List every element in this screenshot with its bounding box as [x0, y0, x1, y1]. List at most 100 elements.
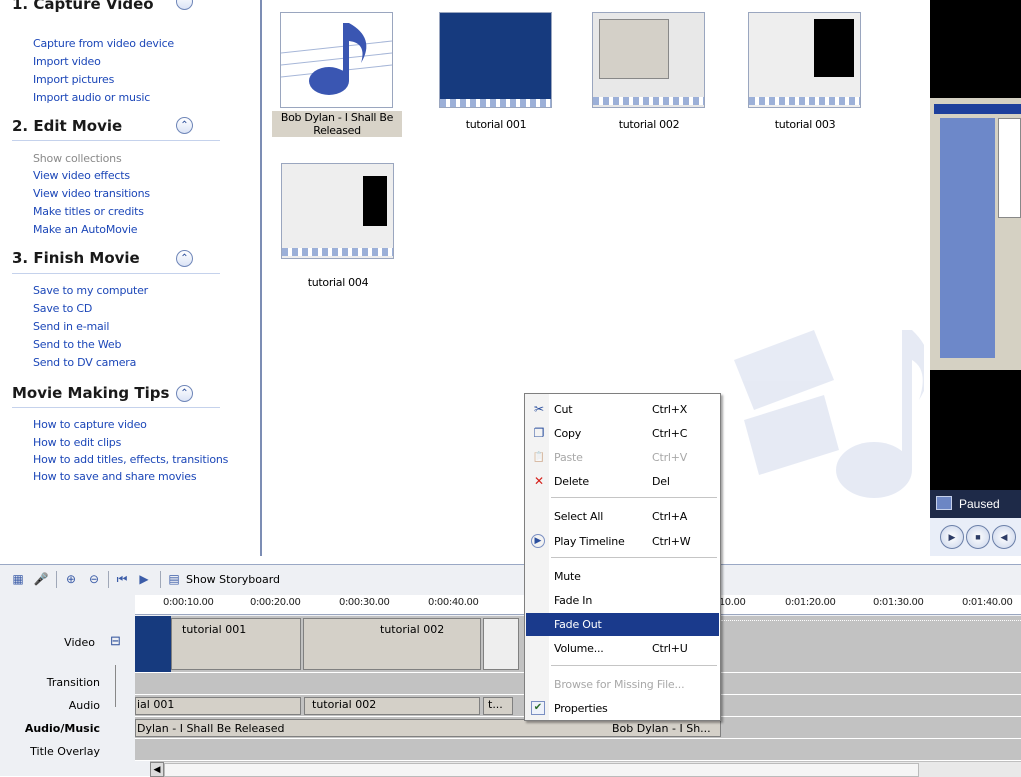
scroll-thumb[interactable] — [164, 763, 919, 777]
collection-item-tutorial-002[interactable] — [592, 12, 705, 108]
finish-divider — [12, 273, 220, 274]
audio-track-label: Audio — [68, 699, 100, 712]
capture-video-heading[interactable]: 1. Capture Video — [12, 0, 154, 13]
make-automovie-link[interactable]: Make an AutoMovie — [33, 223, 138, 236]
import-audio-link[interactable]: Import audio or music — [33, 91, 150, 104]
stop-button[interactable]: ■ — [966, 525, 990, 549]
menu-item-shortcut: Ctrl+V — [652, 451, 688, 464]
black-preview — [363, 176, 387, 226]
menu-separator — [551, 557, 717, 558]
collection-item-tutorial-001[interactable] — [439, 12, 552, 108]
tick-label: 0:01:20.00 — [785, 597, 836, 608]
set-audio-levels-icon[interactable]: ▦ — [10, 571, 26, 587]
how-to-edit-link[interactable]: How to edit clips — [33, 436, 121, 449]
music-note-icon — [280, 13, 393, 107]
preview-frame — [930, 98, 1021, 370]
menu-item-label: Volume... — [554, 642, 604, 655]
show-storyboard-button[interactable]: Show Storyboard — [186, 573, 280, 586]
audio-clip-1[interactable]: ial 001 — [135, 697, 301, 715]
music-clip-label: Dylan - I Shall Be Released — [137, 722, 285, 735]
menu-item-play-timeline[interactable]: ▶ Play Timeline Ctrl+W — [526, 530, 719, 553]
zoom-in-icon[interactable]: ⊕ — [63, 571, 79, 587]
how-to-add-titles-link[interactable]: How to add titles, effects, transitions — [33, 453, 228, 466]
collection-caption-tutorial-004: tutorial 004 — [307, 276, 369, 289]
edit-movie-heading[interactable]: 2. Edit Movie — [12, 117, 122, 135]
timeline-horizontal-scrollbar[interactable]: ◀ — [150, 761, 1021, 777]
zoom-out-icon[interactable]: ⊖ — [86, 571, 102, 587]
video-clip-tutorial-002[interactable]: tutorial 002 — [303, 618, 481, 670]
menu-item-mute[interactable]: Mute — [526, 565, 719, 588]
how-to-save-link[interactable]: How to save and share movies — [33, 470, 197, 483]
collapse-video-track-icon[interactable]: ⊟ — [110, 633, 121, 649]
play-icon: ▶ — [531, 534, 545, 548]
music-clip[interactable]: Dylan - I Shall Be Released Bob Dylan - … — [135, 719, 721, 737]
menu-item-properties[interactable]: ✔ Properties — [526, 697, 719, 720]
scroll-left-icon[interactable]: ◀ — [150, 762, 164, 777]
collapse-tips-icon[interactable]: ⌃ — [176, 385, 193, 402]
menu-item-label: Browse for Missing File... — [554, 678, 685, 691]
play-timeline-icon[interactable]: ▶ — [136, 571, 152, 587]
menu-item-label: Paste — [554, 451, 583, 464]
menu-item-fade-out[interactable]: Fade Out — [526, 613, 719, 636]
send-email-link[interactable]: Send in e-mail — [33, 320, 109, 333]
audio-music-track-label: Audio/Music — [24, 722, 100, 735]
track-dots — [721, 620, 1021, 621]
collapse-capture-icon[interactable]: ⌃ — [176, 0, 193, 10]
play-button[interactable]: ▶ — [940, 525, 964, 549]
audio-clip-3[interactable]: t... — [483, 697, 513, 715]
filmstrip-decoration — [749, 97, 860, 105]
copy-icon: ❐ — [533, 426, 545, 440]
menu-item-label: Select All — [554, 510, 604, 523]
narrate-timeline-icon[interactable]: 🎤 — [33, 571, 49, 587]
menu-item-cut[interactable]: ✂ Cut Ctrl+X — [526, 398, 719, 421]
rewind-timeline-icon[interactable]: ⏮ — [114, 571, 130, 587]
collapse-edit-icon[interactable]: ⌃ — [176, 117, 193, 134]
import-video-link[interactable]: Import video — [33, 55, 101, 68]
storyboard-icon[interactable]: ▤ — [166, 571, 182, 587]
collection-item-tutorial-003[interactable] — [748, 12, 861, 108]
import-pictures-link[interactable]: Import pictures — [33, 73, 114, 86]
edit-divider — [12, 140, 220, 141]
capture-from-device-link[interactable]: Capture from video device — [33, 37, 174, 50]
collection-caption-tutorial-002: tutorial 002 — [618, 118, 680, 131]
menu-item-browse-missing[interactable]: Browse for Missing File... — [526, 673, 719, 696]
track-tree-line — [115, 665, 116, 707]
menu-item-volume[interactable]: Volume... Ctrl+U — [526, 637, 719, 660]
menu-item-paste[interactable]: 📋 Paste Ctrl+V — [526, 446, 719, 469]
movie-tips-heading[interactable]: Movie Making Tips — [12, 384, 169, 402]
view-video-transitions-link[interactable]: View video transitions — [33, 187, 150, 200]
video-clip-tutorial-001[interactable]: tutorial 001 — [171, 618, 301, 670]
screen-preview — [599, 19, 669, 79]
menu-item-label: Cut — [554, 403, 573, 416]
filmstrip-decoration — [282, 248, 393, 256]
tick-label: 0:01:40.00 — [962, 597, 1013, 608]
collection-item-audio[interactable] — [280, 12, 393, 108]
video-clip-label: tutorial 001 — [182, 623, 247, 636]
black-preview — [814, 19, 854, 77]
video-clip-tutorial-003[interactable] — [483, 618, 519, 670]
how-to-capture-link[interactable]: How to capture video — [33, 418, 147, 431]
finish-movie-heading[interactable]: 3. Finish Movie — [12, 249, 140, 267]
save-to-cd-link[interactable]: Save to CD — [33, 302, 92, 315]
show-collections-link[interactable]: Show collections — [33, 152, 122, 165]
audio-clip-2[interactable]: tutorial 002 — [304, 697, 480, 715]
collapse-finish-icon[interactable]: ⌃ — [176, 250, 193, 267]
context-menu: ✂ Cut Ctrl+X ❐ Copy Ctrl+C 📋 Paste Ctrl+… — [524, 393, 721, 721]
toolbar-separator — [160, 571, 161, 588]
make-titles-link[interactable]: Make titles or credits — [33, 205, 144, 218]
video-clip-label: tutorial 002 — [380, 623, 445, 636]
previous-frame-button[interactable]: ◀ — [992, 525, 1016, 549]
menu-item-select-all[interactable]: Select All Ctrl+A — [526, 505, 719, 528]
menu-item-fade-in[interactable]: Fade In — [526, 589, 719, 612]
menu-item-copy[interactable]: ❐ Copy Ctrl+C — [526, 422, 719, 445]
video-clip-thumbnail — [135, 616, 171, 672]
collection-item-tutorial-004[interactable] — [281, 163, 394, 259]
view-video-effects-link[interactable]: View video effects — [33, 169, 130, 182]
save-to-computer-link[interactable]: Save to my computer — [33, 284, 148, 297]
send-web-link[interactable]: Send to the Web — [33, 338, 121, 351]
send-dv-camera-link[interactable]: Send to DV camera — [33, 356, 136, 369]
menu-item-delete[interactable]: ✕ Delete Del — [526, 470, 719, 493]
title-overlay-track[interactable] — [135, 739, 1021, 761]
tick-label: 0:00:20.00 — [250, 597, 301, 608]
collection-caption-tutorial-001: tutorial 001 — [465, 118, 527, 131]
